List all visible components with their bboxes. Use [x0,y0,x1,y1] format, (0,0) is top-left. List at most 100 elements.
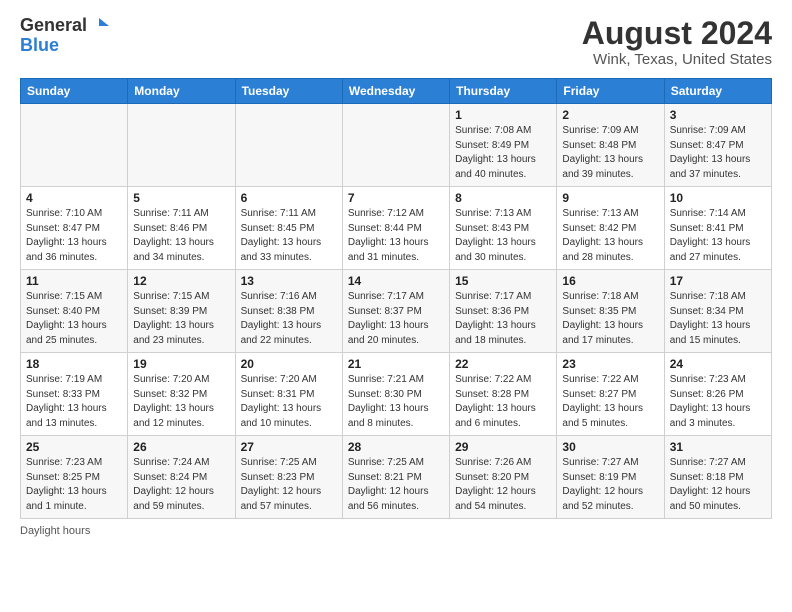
week-row-4: 18 Sunrise: 7:19 AM Sunset: 8:33 PM Dayli… [21,353,772,436]
week-row-1: 1 Sunrise: 7:08 AM Sunset: 8:49 PM Daylig… [21,104,772,187]
day-cell: 29 Sunrise: 7:26 AM Sunset: 8:20 PM Dayli… [450,436,557,519]
day-info: Sunrise: 7:11 AM Sunset: 8:46 PM Dayligh… [133,207,229,265]
day-number: 31 [670,440,766,454]
day-info: Sunrise: 7:13 AM Sunset: 8:42 PM Dayligh… [562,207,658,265]
logo-text-blue: Blue [20,36,59,56]
day-info: Sunrise: 7:20 AM Sunset: 8:32 PM Dayligh… [133,373,229,431]
column-header-thursday: Thursday [450,79,557,104]
day-info: Sunrise: 7:08 AM Sunset: 8:49 PM Dayligh… [455,124,551,182]
week-row-2: 4Sunrise: 7:10 AM Sunset: 8:47 PM Daylig… [21,187,772,270]
day-number: 16 [562,274,658,288]
day-number: 13 [241,274,337,288]
day-info: Sunrise: 7:23 AM Sunset: 8:25 PM Dayligh… [26,456,122,514]
title-block: August 2024 Wink, Texas, United States [582,16,772,68]
column-header-saturday: Saturday [664,79,771,104]
day-info: Sunrise: 7:22 AM Sunset: 8:27 PM Dayligh… [562,373,658,431]
day-number: 26 [133,440,229,454]
day-info: Sunrise: 7:10 AM Sunset: 8:47 PM Dayligh… [26,207,122,265]
day-cell: 20Sunrise: 7:20 AM Sunset: 8:31 PM Dayli… [235,353,342,436]
day-info: Sunrise: 7:18 AM Sunset: 8:35 PM Dayligh… [562,290,658,348]
day-number: 23 [562,357,658,371]
day-number: 10 [670,191,766,205]
day-cell: 28Sunrise: 7:25 AM Sunset: 8:21 PM Dayli… [342,436,449,519]
day-cell [235,104,342,187]
day-info: Sunrise: 7:15 AM Sunset: 8:39 PM Dayligh… [133,290,229,348]
calendar-table: SundayMondayTuesdayWednesdayThursdayFrid… [20,78,772,519]
column-header-sunday: Sunday [21,79,128,104]
day-info: Sunrise: 7:13 AM Sunset: 8:43 PM Dayligh… [455,207,551,265]
day-number: 3 [670,108,766,122]
day-cell [128,104,235,187]
day-info: Sunrise: 7:17 AM Sunset: 8:37 PM Dayligh… [348,290,444,348]
daylight-label: Daylight hours [20,525,90,537]
day-cell: 7 Sunrise: 7:12 AM Sunset: 8:44 PM Daylig… [342,187,449,270]
day-number: 22 [455,357,551,371]
day-info: Sunrise: 7:21 AM Sunset: 8:30 PM Dayligh… [348,373,444,431]
day-number: 30 [562,440,658,454]
column-header-monday: Monday [128,79,235,104]
day-info: Sunrise: 7:19 AM Sunset: 8:33 PM Dayligh… [26,373,122,431]
day-cell: 14Sunrise: 7:17 AM Sunset: 8:37 PM Dayli… [342,270,449,353]
day-number: 6 [241,191,337,205]
day-cell: 15 Sunrise: 7:17 AM Sunset: 8:36 PM Dayli… [450,270,557,353]
day-number: 1 [455,108,551,122]
logo-text-general: General [20,16,87,36]
day-number: 19 [133,357,229,371]
logo: General Blue [20,16,109,56]
logo-bird-icon [89,16,109,36]
footer: Daylight hours [20,525,772,537]
header: General Blue August 2024 Wink, Texas, Un… [20,16,772,68]
day-cell [342,104,449,187]
day-info: Sunrise: 7:11 AM Sunset: 8:45 PM Dayligh… [241,207,337,265]
day-number: 7 [348,191,444,205]
day-cell: 22Sunrise: 7:22 AM Sunset: 8:28 PM Dayli… [450,353,557,436]
day-cell [21,104,128,187]
day-cell: 13Sunrise: 7:16 AM Sunset: 8:38 PM Dayli… [235,270,342,353]
day-cell: 3Sunrise: 7:09 AM Sunset: 8:47 PM Daylig… [664,104,771,187]
day-info: Sunrise: 7:26 AM Sunset: 8:20 PM Dayligh… [455,456,551,514]
day-number: 12 [133,274,229,288]
calendar-header-row: SundayMondayTuesdayWednesdayThursdayFrid… [21,79,772,104]
day-info: Sunrise: 7:12 AM Sunset: 8:44 PM Dayligh… [348,207,444,265]
day-cell: 24Sunrise: 7:23 AM Sunset: 8:26 PM Dayli… [664,353,771,436]
day-number: 25 [26,440,122,454]
day-cell: 31Sunrise: 7:27 AM Sunset: 8:18 PM Dayli… [664,436,771,519]
day-cell: 5 Sunrise: 7:11 AM Sunset: 8:46 PM Daylig… [128,187,235,270]
day-cell: 10Sunrise: 7:14 AM Sunset: 8:41 PM Dayli… [664,187,771,270]
day-cell: 17 Sunrise: 7:18 AM Sunset: 8:34 PM Dayli… [664,270,771,353]
week-row-3: 11 Sunrise: 7:15 AM Sunset: 8:40 PM Dayli… [21,270,772,353]
day-number: 17 [670,274,766,288]
column-header-tuesday: Tuesday [235,79,342,104]
day-cell: 21 Sunrise: 7:21 AM Sunset: 8:30 PM Dayli… [342,353,449,436]
column-header-wednesday: Wednesday [342,79,449,104]
day-info: Sunrise: 7:27 AM Sunset: 8:19 PM Dayligh… [562,456,658,514]
day-cell: 6 Sunrise: 7:11 AM Sunset: 8:45 PM Daylig… [235,187,342,270]
day-cell: 8 Sunrise: 7:13 AM Sunset: 8:43 PM Daylig… [450,187,557,270]
day-cell: 4Sunrise: 7:10 AM Sunset: 8:47 PM Daylig… [21,187,128,270]
day-number: 18 [26,357,122,371]
day-cell: 11 Sunrise: 7:15 AM Sunset: 8:40 PM Dayli… [21,270,128,353]
day-info: Sunrise: 7:09 AM Sunset: 8:48 PM Dayligh… [562,124,658,182]
column-header-friday: Friday [557,79,664,104]
day-cell: 16 Sunrise: 7:18 AM Sunset: 8:35 PM Dayli… [557,270,664,353]
day-number: 24 [670,357,766,371]
day-number: 11 [26,274,122,288]
day-number: 5 [133,191,229,205]
day-info: Sunrise: 7:17 AM Sunset: 8:36 PM Dayligh… [455,290,551,348]
day-info: Sunrise: 7:15 AM Sunset: 8:40 PM Dayligh… [26,290,122,348]
day-cell: 30 Sunrise: 7:27 AM Sunset: 8:19 PM Dayli… [557,436,664,519]
day-cell: 1 Sunrise: 7:08 AM Sunset: 8:49 PM Daylig… [450,104,557,187]
page: General Blue August 2024 Wink, Texas, Un… [0,0,792,547]
day-cell: 23 Sunrise: 7:22 AM Sunset: 8:27 PM Dayli… [557,353,664,436]
day-info: Sunrise: 7:18 AM Sunset: 8:34 PM Dayligh… [670,290,766,348]
week-row-5: 25 Sunrise: 7:23 AM Sunset: 8:25 PM Dayli… [21,436,772,519]
day-number: 21 [348,357,444,371]
day-number: 8 [455,191,551,205]
day-number: 29 [455,440,551,454]
day-number: 15 [455,274,551,288]
page-subtitle: Wink, Texas, United States [582,51,772,68]
day-number: 28 [348,440,444,454]
day-cell: 25 Sunrise: 7:23 AM Sunset: 8:25 PM Dayli… [21,436,128,519]
day-cell: 9Sunrise: 7:13 AM Sunset: 8:42 PM Daylig… [557,187,664,270]
day-cell: 12 Sunrise: 7:15 AM Sunset: 8:39 PM Dayli… [128,270,235,353]
